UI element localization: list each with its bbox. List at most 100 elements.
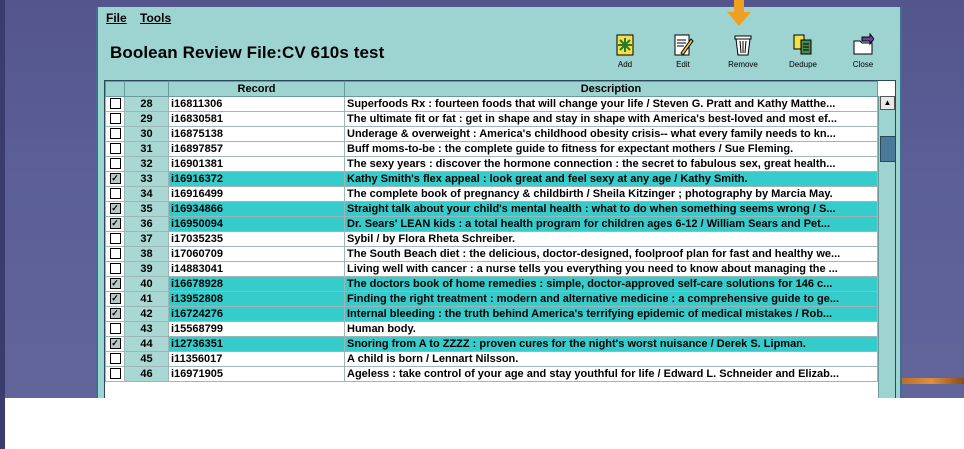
record-id[interactable]: i16950094 (168, 216, 345, 232)
dedupe-button[interactable]: Dedupe (778, 29, 828, 77)
column-header-record[interactable]: Record (168, 81, 345, 97)
record-description[interactable]: Ageless : take control of your age and s… (344, 366, 878, 382)
record-id[interactable]: i17035235 (168, 231, 345, 247)
table-row[interactable]: 28 i16811306 Superfoods Rx : fourteen food… (105, 96, 878, 112)
row-checkbox-cell[interactable] (105, 366, 125, 382)
record-id[interactable]: i16811306 (168, 96, 345, 112)
table-row[interactable]: 30 i16875138 Underage & overweight : Ameri… (105, 126, 878, 142)
row-checkbox-cell[interactable] (105, 231, 125, 247)
table-row[interactable]: ✓ 42 i16724276 Internal bleeding : the trut… (105, 306, 878, 322)
row-checkbox-cell[interactable] (105, 186, 125, 202)
close-button[interactable]: Close (838, 29, 888, 77)
table-row[interactable]: ✓ 36 i16950094 Dr. Sears' LEAN kids : a tot… (105, 216, 878, 232)
record-description[interactable]: Human body. (344, 321, 878, 337)
row-checkbox-cell[interactable] (105, 321, 125, 337)
row-checkbox-cell[interactable] (105, 126, 125, 142)
row-checkbox[interactable] (109, 187, 121, 199)
table-row[interactable]: 45 i11356017 A child is born / Lennart Nil… (105, 351, 878, 367)
row-checkbox[interactable]: ✓ (109, 277, 121, 289)
row-checkbox-cell[interactable] (105, 351, 125, 367)
record-id[interactable]: i14883041 (168, 261, 345, 277)
row-checkbox[interactable] (109, 352, 121, 364)
menu-tools[interactable]: Tools (140, 11, 171, 25)
table-row[interactable]: 34 i16916499 The complete book of pregnanc… (105, 186, 878, 202)
row-checkbox-cell[interactable]: ✓ (105, 276, 125, 292)
record-id[interactable]: i16934866 (168, 201, 345, 217)
record-description[interactable]: Internal bleeding : the truth behind Ame… (344, 306, 878, 322)
row-checkbox[interactable] (109, 142, 121, 154)
record-id[interactable]: i17060709 (168, 246, 345, 262)
row-checkbox[interactable]: ✓ (109, 307, 121, 319)
record-id[interactable]: i15568799 (168, 321, 345, 337)
record-description[interactable]: Underage & overweight : America's childh… (344, 126, 878, 142)
record-id[interactable]: i12736351 (168, 336, 345, 352)
menu-file[interactable]: File (106, 11, 127, 25)
add-button[interactable]: Add (600, 29, 650, 77)
record-description[interactable]: Living well with cancer : a nurse tells … (344, 261, 878, 277)
column-header-description[interactable]: Description (344, 81, 878, 97)
row-checkbox-cell[interactable] (105, 96, 125, 112)
row-checkbox[interactable]: ✓ (109, 337, 121, 349)
vertical-scrollbar[interactable]: ▲ (878, 96, 895, 398)
record-description[interactable]: Kathy Smith's flex appeal : look great a… (344, 171, 878, 187)
row-checkbox-cell[interactable] (105, 246, 125, 262)
record-description[interactable]: Superfoods Rx : fourteen foods that will… (344, 96, 878, 112)
row-checkbox[interactable]: ✓ (109, 202, 121, 214)
row-checkbox-cell[interactable] (105, 261, 125, 277)
table-row[interactable]: 46 i16971905 Ageless : take control of you… (105, 366, 878, 382)
row-checkbox-cell[interactable]: ✓ (105, 216, 125, 232)
table-row[interactable]: ✓ 33 i16916372 Kathy Smith's flex appeal : … (105, 171, 878, 187)
row-checkbox-cell[interactable]: ✓ (105, 201, 125, 217)
row-checkbox-cell[interactable]: ✓ (105, 171, 125, 187)
scroll-up-button[interactable]: ▲ (880, 96, 895, 110)
table-row[interactable]: 43 i15568799 Human body. (105, 321, 878, 337)
row-checkbox[interactable]: ✓ (109, 172, 121, 184)
table-row[interactable]: 29 i16830581 The ultimate fit or fat : get… (105, 111, 878, 127)
row-checkbox-cell[interactable]: ✓ (105, 291, 125, 307)
record-description[interactable]: The complete book of pregnancy & childbi… (344, 186, 878, 202)
edit-button[interactable]: Edit (658, 29, 708, 77)
row-checkbox[interactable] (109, 97, 121, 109)
record-description[interactable]: Sybil / by Flora Rheta Schreiber. (344, 231, 878, 247)
record-description[interactable]: Straight talk about your child's mental … (344, 201, 878, 217)
table-row[interactable]: 37 i17035235 Sybil / by Flora Rheta Schrei… (105, 231, 878, 247)
record-description[interactable]: Snoring from A to ZZZZ : proven cures fo… (344, 336, 878, 352)
scroll-thumb[interactable] (880, 136, 895, 162)
table-row[interactable]: ✓ 35 i16934866 Straight talk about your chi… (105, 201, 878, 217)
row-checkbox[interactable] (109, 262, 121, 274)
record-description[interactable]: The doctors book of home remedies : simp… (344, 276, 878, 292)
record-id[interactable]: i16724276 (168, 306, 345, 322)
record-id[interactable]: i16678928 (168, 276, 345, 292)
row-checkbox[interactable]: ✓ (109, 292, 121, 304)
record-description[interactable]: The South Beach diet : the delicious, do… (344, 246, 878, 262)
record-description[interactable]: Dr. Sears' LEAN kids : a total health pr… (344, 216, 878, 232)
record-description[interactable]: The ultimate fit or fat : get in shape a… (344, 111, 878, 127)
row-checkbox[interactable] (109, 157, 121, 169)
table-row[interactable]: ✓ 40 i16678928 The doctors book of home rem… (105, 276, 878, 292)
row-checkbox-cell[interactable]: ✓ (105, 336, 125, 352)
row-checkbox-cell[interactable]: ✓ (105, 306, 125, 322)
row-checkbox[interactable]: ✓ (109, 217, 121, 229)
row-checkbox[interactable] (109, 322, 121, 334)
record-id[interactable]: i16971905 (168, 366, 345, 382)
table-row[interactable]: 38 i17060709 The South Beach diet : the de… (105, 246, 878, 262)
record-id[interactable]: i16916499 (168, 186, 345, 202)
table-row[interactable]: ✓ 44 i12736351 Snoring from A to ZZZZ : pro… (105, 336, 878, 352)
row-checkbox[interactable] (109, 112, 121, 124)
row-checkbox-cell[interactable] (105, 156, 125, 172)
record-description[interactable]: Buff moms-to-be : the complete guide to … (344, 141, 878, 157)
record-id[interactable]: i13952808 (168, 291, 345, 307)
record-description[interactable]: The sexy years : discover the hormone co… (344, 156, 878, 172)
row-checkbox[interactable] (109, 367, 121, 379)
record-id[interactable]: i11356017 (168, 351, 345, 367)
record-id[interactable]: i16916372 (168, 171, 345, 187)
row-checkbox[interactable] (109, 232, 121, 244)
row-checkbox-cell[interactable] (105, 141, 125, 157)
record-id[interactable]: i16901381 (168, 156, 345, 172)
table-row[interactable]: 39 i14883041 Living well with cancer : a n… (105, 261, 878, 277)
row-checkbox-cell[interactable] (105, 111, 125, 127)
row-checkbox[interactable] (109, 247, 121, 259)
row-checkbox[interactable] (109, 127, 121, 139)
table-row[interactable]: 32 i16901381 The sexy years : discover the… (105, 156, 878, 172)
remove-button[interactable]: Remove (718, 29, 768, 77)
